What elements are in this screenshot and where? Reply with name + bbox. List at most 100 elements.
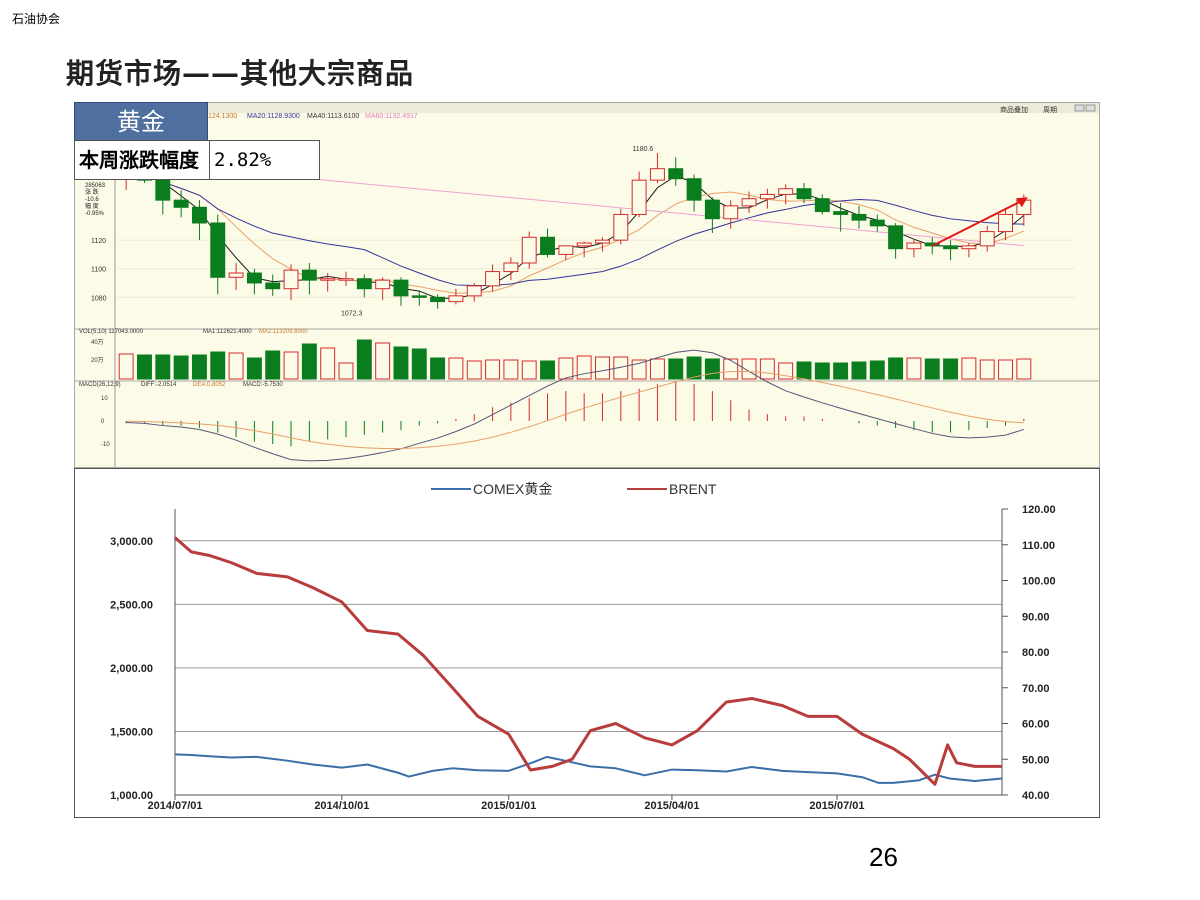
data-point <box>397 633 399 635</box>
candlestick <box>796 188 812 200</box>
volume-bar <box>943 358 959 380</box>
volume-bar <box>228 352 244 380</box>
data-point <box>508 733 510 735</box>
volume-bar <box>118 353 134 380</box>
macd-axis-label: 0 <box>101 419 105 425</box>
high-price-label: 1180.6 <box>632 146 653 153</box>
y-tick-label: 2,500.00 <box>110 599 153 611</box>
data-point <box>934 783 936 785</box>
vol-ma2-label: MA2:113209.8000 <box>259 329 308 335</box>
candlestick <box>558 245 574 255</box>
y-tick-label: 3,000.00 <box>110 536 153 548</box>
low-price-label: 1072.3 <box>341 311 363 318</box>
volume-bar <box>246 357 262 380</box>
data-point <box>190 551 192 553</box>
data-point <box>861 776 863 778</box>
volume-bar <box>503 359 519 380</box>
volume-bar <box>301 343 317 380</box>
data-point <box>477 715 479 717</box>
data-point <box>529 769 532 771</box>
price-axis-label: 1080 <box>91 295 107 302</box>
candlestick <box>759 193 775 200</box>
data-point <box>312 763 314 766</box>
volume-bar <box>961 357 977 380</box>
data-point <box>781 770 784 772</box>
y2-tick-label: 100.00 <box>1022 576 1056 588</box>
period-button: 周期 <box>1043 106 1057 114</box>
y-tick-label: 2,000.00 <box>110 663 153 675</box>
candlestick <box>503 262 519 273</box>
data-point <box>917 779 920 781</box>
left-info-0: 285063 <box>85 183 106 189</box>
y2-tick-label: 120.00 <box>1022 504 1056 516</box>
candlestick <box>778 188 794 195</box>
vol-label: VOL(5,10) 117043.0000 <box>79 329 144 335</box>
data-point <box>589 765 591 767</box>
candlestick <box>851 213 867 221</box>
data-point <box>974 780 976 782</box>
candlestick <box>723 205 739 220</box>
y2-tick-label: 90.00 <box>1022 611 1050 623</box>
data-point <box>230 562 232 564</box>
data-point <box>451 687 454 689</box>
data-point <box>208 755 211 757</box>
data-point <box>477 769 479 771</box>
data-point <box>256 572 258 574</box>
candlestick <box>869 219 885 227</box>
ma20-label: MA20:1128.9300 <box>247 113 300 120</box>
vol-axis-label: 20万 <box>91 357 104 364</box>
candlestick <box>943 245 959 250</box>
volume-bar <box>191 354 207 380</box>
data-point <box>696 730 698 732</box>
candlestick <box>191 206 207 224</box>
vol-axis-label: 40万 <box>91 339 104 346</box>
candlestick <box>998 213 1013 233</box>
candlestick <box>906 242 922 250</box>
data-point <box>341 601 343 603</box>
volume-bar <box>540 360 555 380</box>
commodity-badge: 黄金 <box>74 102 208 142</box>
volume-bar <box>1016 358 1032 380</box>
data-point <box>725 770 727 773</box>
data-point <box>836 772 838 774</box>
data-point <box>807 771 809 773</box>
data-point <box>397 772 399 774</box>
gold-brent-chart: 1,000.001,500.002,000.002,500.003,000.00… <box>110 481 1056 812</box>
legend-label-0: COMEX黄金 <box>473 481 552 497</box>
candlestick <box>979 231 995 247</box>
data-point <box>956 762 958 764</box>
candlestick <box>595 239 610 244</box>
candlestick <box>393 279 409 297</box>
data-point <box>174 753 176 755</box>
data-point <box>286 576 289 578</box>
data-point <box>286 760 289 762</box>
weekly-change-label: 本周涨跌幅度 <box>75 141 210 179</box>
dea-label: DEA:0.8052 <box>193 382 226 388</box>
volume-bar <box>485 359 501 380</box>
data-point <box>589 730 591 732</box>
volume-bar <box>283 351 299 380</box>
volume-bar <box>558 357 574 380</box>
x-tick-label: 2014/10/01 <box>314 800 369 812</box>
candlestick <box>631 179 647 215</box>
data-point <box>946 744 949 746</box>
volume-bar <box>338 362 354 380</box>
data-point <box>230 756 232 759</box>
x-tick-label: 2015/07/01 <box>809 800 864 812</box>
left-info-4: -0.95% <box>85 211 105 217</box>
candlestick <box>833 211 849 215</box>
x-tick-label: 2015/01/01 <box>481 800 536 812</box>
data-point <box>892 782 894 784</box>
macd-axis-label: -10 <box>101 442 110 448</box>
candlestick <box>485 271 501 287</box>
data-point <box>431 770 434 772</box>
x-tick-label: 2015/04/01 <box>644 800 699 812</box>
ma-prefix-label: 124.1300 <box>208 113 237 120</box>
candlestick <box>448 295 464 303</box>
data-point <box>878 782 880 784</box>
candlestick <box>521 236 537 264</box>
data-point <box>615 722 617 725</box>
page-title: 期货市场——其他大宗商品 <box>66 57 415 90</box>
candlestick <box>411 295 427 298</box>
data-point <box>451 767 454 769</box>
